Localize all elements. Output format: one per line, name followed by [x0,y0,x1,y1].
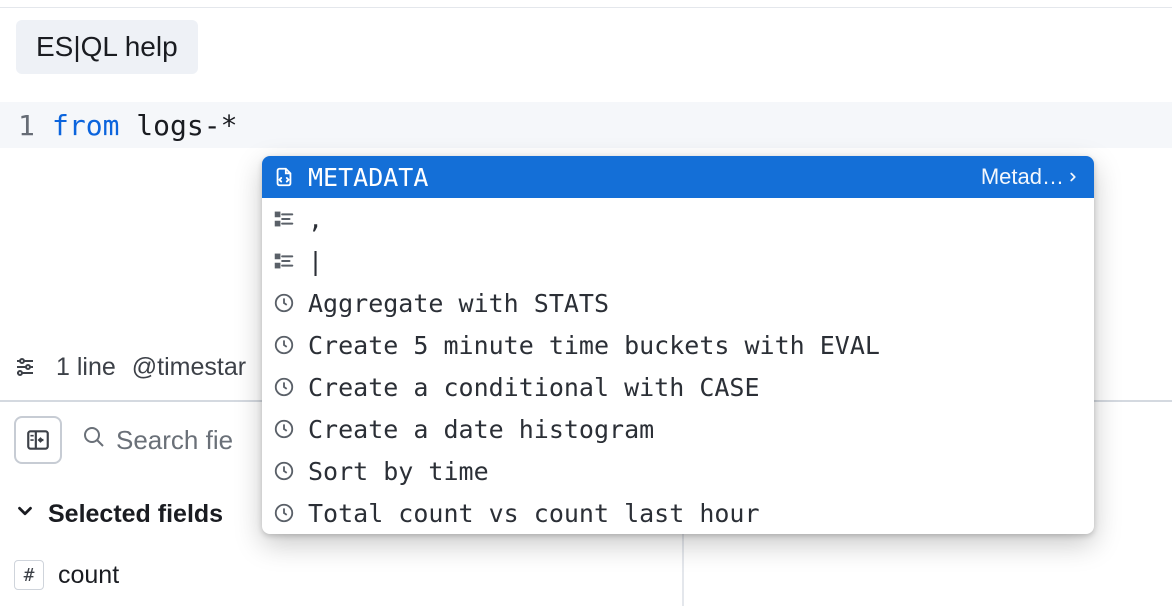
clock-icon [272,291,296,315]
code-line-1[interactable]: 1 from logs-* [0,102,1172,148]
clock-icon [272,375,296,399]
code-content: from logs-* [52,109,237,142]
autocomplete-item-label: Create a date histogram [308,415,1080,444]
search-icon [82,425,106,456]
search-placeholder: Search fie [116,425,233,456]
autocomplete-item-label: , [308,205,1080,234]
autocomplete-item[interactable]: Sort by time [262,450,1094,492]
selected-fields-section-header[interactable]: Selected fields [14,500,223,529]
query-editor[interactable]: 1 from logs-* METADATAMetad…,|Aggregate … [0,102,1172,148]
autocomplete-item[interactable]: , [262,198,1094,240]
number-field-icon: # [14,560,44,590]
autocomplete-popup[interactable]: METADATA Metad…, | Aggregate with STATS Crea… [262,156,1094,534]
esql-help-chip[interactable]: ES|QL help [16,20,198,74]
field-item-count[interactable]: # count [14,560,119,590]
autocomplete-item-label: Create a conditional with CASE [308,373,1080,402]
autocomplete-item-label: METADATA [308,163,969,192]
settings-icon[interactable] [10,352,40,382]
field-search-input[interactable]: Search fie [82,425,233,456]
clock-icon [272,417,296,441]
autocomplete-item[interactable]: Aggregate with STATS [262,282,1094,324]
autocomplete-item-label: Sort by time [308,457,1080,486]
autocomplete-item[interactable]: METADATA Metad… [262,156,1094,198]
list-icon [272,249,296,273]
autocomplete-item[interactable]: Create a conditional with CASE [262,366,1094,408]
selected-fields-label: Selected fields [48,500,223,529]
clock-icon [272,459,296,483]
field-name: count [58,561,119,590]
autocomplete-item-label: Aggregate with STATS [308,289,1080,318]
keyword-from: from [52,109,119,142]
autocomplete-item-label: | [308,247,1080,276]
autocomplete-item[interactable]: | [262,240,1094,282]
chevron-right-icon [1066,164,1080,190]
snippet-icon [272,165,296,189]
autocomplete-item-label: Create 5 minute time buckets with EVAL [308,331,1080,360]
clock-icon [272,501,296,525]
autocomplete-item[interactable]: Create a date histogram [262,408,1094,450]
autocomplete-item[interactable]: Total count vs count last hour [262,492,1094,534]
status-timestamp: @timestar [132,353,246,382]
code-rest: logs-* [119,109,237,142]
clock-icon [272,333,296,357]
line-number: 1 [12,109,52,142]
autocomplete-item[interactable]: Create 5 minute time buckets with EVAL [262,324,1094,366]
esql-help-label: ES|QL help [36,31,178,63]
fields-panel-toggle-button[interactable] [14,416,62,464]
chevron-down-icon [14,500,36,529]
autocomplete-hint: Metad… [981,164,1080,190]
autocomplete-item-label: Total count vs count last hour [308,499,1080,528]
list-icon [272,207,296,231]
status-lines: 1 line [56,353,116,382]
